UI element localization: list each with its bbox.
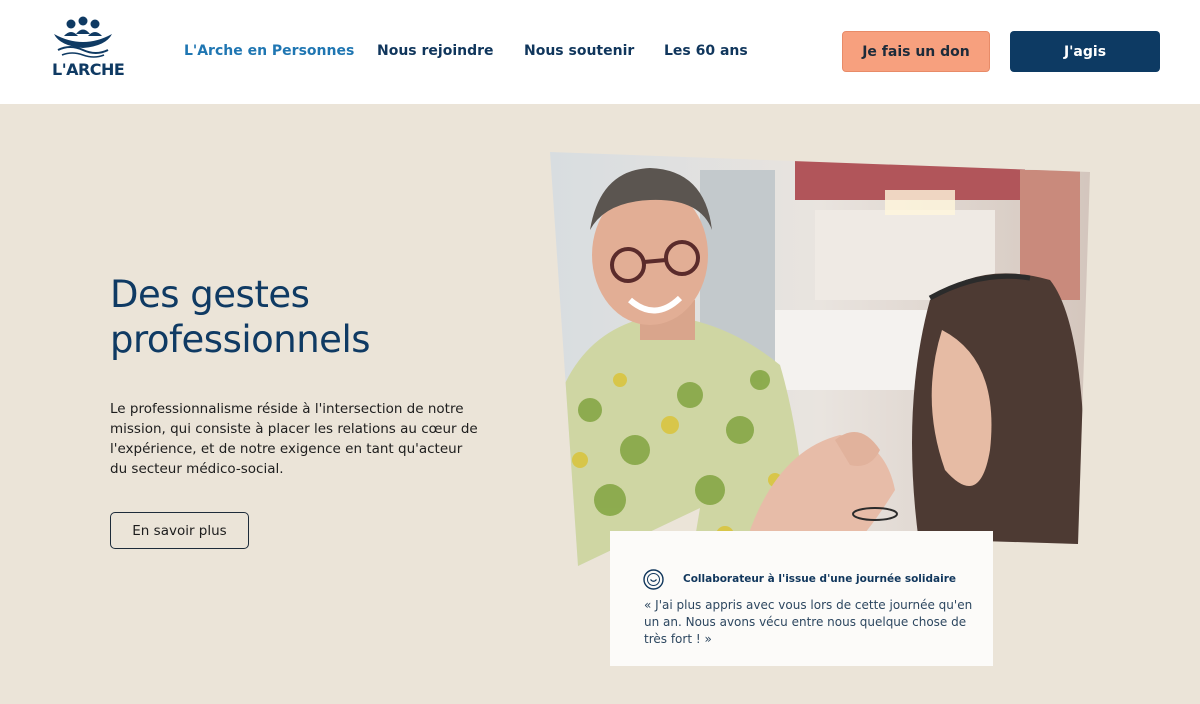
learn-more-button[interactable]: En savoir plus <box>110 512 249 549</box>
testimonial-card: Collaborateur à l'issue d'une journée so… <box>610 531 993 666</box>
hero-description: Le professionnalisme réside à l'intersec… <box>110 401 478 477</box>
testimonial-author: Collaborateur à l'issue d'une journée so… <box>683 573 957 585</box>
nav-item-nous-soutenir[interactable]: Nous soutenir <box>524 43 634 59</box>
nav-item-arche-en-personnes[interactable]: L'Arche en Personnes <box>184 43 354 59</box>
donate-button[interactable]: Je fais un don <box>842 31 990 72</box>
logo-text: L'ARCHE <box>52 60 125 79</box>
nav-item-les-60-ans[interactable]: Les 60 ans <box>664 43 748 59</box>
logo-icon <box>54 16 112 58</box>
site-header: L'ARCHE L'Arche en Personnes Nous rejoin… <box>0 0 1200 104</box>
testimonial-text: « J'ai plus appris avec vous lors de cet… <box>644 598 973 646</box>
logo[interactable]: L'ARCHE <box>50 16 125 80</box>
hero-title-line2: professionnels <box>110 318 371 361</box>
act-button[interactable]: J'agis <box>1010 31 1160 72</box>
hero-photo <box>550 152 1090 566</box>
nav-item-nous-rejoindre[interactable]: Nous rejoindre <box>377 43 494 59</box>
smile-icon <box>643 569 664 590</box>
hero-title: Des gestes professionnels <box>110 272 490 362</box>
hero-title-line1: Des gestes <box>110 273 310 316</box>
